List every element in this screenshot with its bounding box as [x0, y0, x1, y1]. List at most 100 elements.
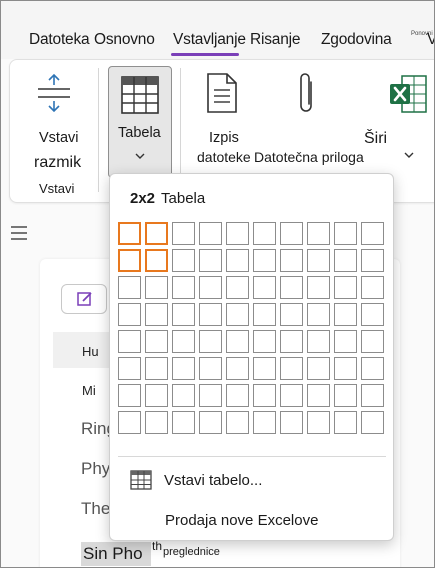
table-grid-cell[interactable]: [118, 249, 141, 272]
table-grid-cell[interactable]: [199, 276, 222, 299]
table-grid-cell[interactable]: [118, 303, 141, 326]
table-grid-cell[interactable]: [361, 357, 384, 380]
tab-zgodovina[interactable]: Zgodovina: [321, 31, 392, 49]
insert-table-menu-item[interactable]: Vstavi tabelo...: [122, 466, 384, 496]
table-grid-cell[interactable]: [145, 249, 168, 272]
table-grid-cell[interactable]: [280, 411, 303, 434]
table-grid-cell[interactable]: [145, 330, 168, 353]
table-grid-cell[interactable]: [199, 411, 222, 434]
edit-button[interactable]: [61, 284, 107, 314]
table-button[interactable]: Tabela: [108, 66, 172, 178]
table-grid-cell[interactable]: [334, 384, 357, 407]
table-grid-cell[interactable]: [172, 384, 195, 407]
table-grid-cell[interactable]: [361, 303, 384, 326]
table-grid-cell[interactable]: [334, 357, 357, 380]
table-grid-cell[interactable]: [253, 411, 276, 434]
table-grid-cell[interactable]: [145, 222, 168, 245]
file-attachment-button[interactable]: [282, 66, 332, 146]
table-grid-cell[interactable]: [253, 276, 276, 299]
table-grid-cell[interactable]: [253, 330, 276, 353]
table-grid-cell[interactable]: [253, 222, 276, 245]
table-grid-cell[interactable]: [199, 357, 222, 380]
table-grid-cell[interactable]: [280, 303, 303, 326]
table-grid-cell[interactable]: [253, 303, 276, 326]
table-grid-cell[interactable]: [307, 249, 330, 272]
table-grid-cell[interactable]: [172, 330, 195, 353]
table-grid-cell[interactable]: [172, 357, 195, 380]
table-grid-cell[interactable]: [334, 276, 357, 299]
table-grid-cell[interactable]: [361, 330, 384, 353]
table-grid-cell[interactable]: [199, 249, 222, 272]
table-grid-cell[interactable]: [172, 222, 195, 245]
table-grid-cell[interactable]: [307, 330, 330, 353]
table-grid-cell[interactable]: [361, 249, 384, 272]
edit-pencil-icon: [77, 292, 92, 306]
table-grid-cell[interactable]: [307, 276, 330, 299]
table-grid-cell[interactable]: [172, 276, 195, 299]
table-grid-cell[interactable]: [199, 303, 222, 326]
table-grid-cell[interactable]: [118, 222, 141, 245]
hamburger-menu-icon[interactable]: [10, 225, 28, 241]
table-grid-cell[interactable]: [253, 249, 276, 272]
table-grid-cell[interactable]: [226, 222, 249, 245]
doc-line-the: The: [81, 499, 111, 518]
table-grid-cell[interactable]: [307, 222, 330, 245]
table-grid-cell[interactable]: [199, 330, 222, 353]
table-grid-cell[interactable]: [361, 222, 384, 245]
table-grid-cell[interactable]: [118, 276, 141, 299]
table-grid-cell[interactable]: [253, 357, 276, 380]
table-grid-cell[interactable]: [280, 330, 303, 353]
table-grid-cell[interactable]: [307, 357, 330, 380]
table-grid-cell[interactable]: [226, 411, 249, 434]
table-grid-cell[interactable]: [280, 249, 303, 272]
spreadsheet-button[interactable]: Širi: [350, 66, 427, 174]
tab-osnovno[interactable]: Osnovno: [94, 31, 155, 49]
table-grid-cell[interactable]: [334, 249, 357, 272]
table-grid-cell[interactable]: [145, 276, 168, 299]
tab-datoteka[interactable]: Datoteka: [29, 31, 90, 49]
insert-space-button[interactable]: Vstavi razmik: [14, 66, 94, 174]
file-printout-label-2: datoteke: [197, 149, 251, 165]
table-grid-cell[interactable]: [307, 411, 330, 434]
tab-risanje[interactable]: Risanje: [250, 31, 300, 49]
table-grid-cell[interactable]: [226, 249, 249, 272]
table-grid-cell[interactable]: [145, 411, 168, 434]
tab-v[interactable]: V: [427, 31, 434, 49]
table-grid-cell[interactable]: [307, 303, 330, 326]
table-grid-cell[interactable]: [172, 411, 195, 434]
table-grid-cell[interactable]: [226, 384, 249, 407]
table-grid-cell[interactable]: [226, 303, 249, 326]
table-grid-cell[interactable]: [361, 276, 384, 299]
table-grid-cell[interactable]: [145, 303, 168, 326]
table-grid-cell[interactable]: [253, 384, 276, 407]
table-grid-cell[interactable]: [118, 357, 141, 380]
document-printout-icon: [207, 73, 237, 113]
table-grid-cell[interactable]: [280, 276, 303, 299]
table-grid-cell[interactable]: [361, 384, 384, 407]
table-grid-cell[interactable]: [280, 222, 303, 245]
table-grid-cell[interactable]: [226, 330, 249, 353]
app-window: Datoteka Osnovno Vstavljanje Risanje Zgo…: [0, 0, 435, 568]
table-grid-cell[interactable]: [361, 411, 384, 434]
table-grid-cell[interactable]: [199, 222, 222, 245]
table-grid-cell[interactable]: [226, 357, 249, 380]
tab-vstavljanje[interactable]: Vstavljanje: [173, 31, 246, 49]
table-grid-cell[interactable]: [280, 384, 303, 407]
table-grid-cell[interactable]: [280, 357, 303, 380]
table-grid-cell[interactable]: [145, 357, 168, 380]
new-excel-spreadsheet-menu-item[interactable]: Prodaja nove Excelove: [122, 508, 384, 534]
table-grid-cell[interactable]: [118, 330, 141, 353]
table-grid-cell[interactable]: [199, 384, 222, 407]
table-grid-cell[interactable]: [118, 411, 141, 434]
table-grid-cell[interactable]: [334, 303, 357, 326]
table-grid-cell[interactable]: [226, 276, 249, 299]
table-grid-cell[interactable]: [172, 303, 195, 326]
table-grid-cell[interactable]: [334, 330, 357, 353]
table-grid-cell[interactable]: [145, 384, 168, 407]
doc-line-phy: Phy: [81, 459, 111, 478]
table-grid-cell[interactable]: [334, 222, 357, 245]
table-grid-cell[interactable]: [172, 249, 195, 272]
table-grid-cell[interactable]: [118, 384, 141, 407]
table-grid-cell[interactable]: [334, 411, 357, 434]
table-grid-cell[interactable]: [307, 384, 330, 407]
